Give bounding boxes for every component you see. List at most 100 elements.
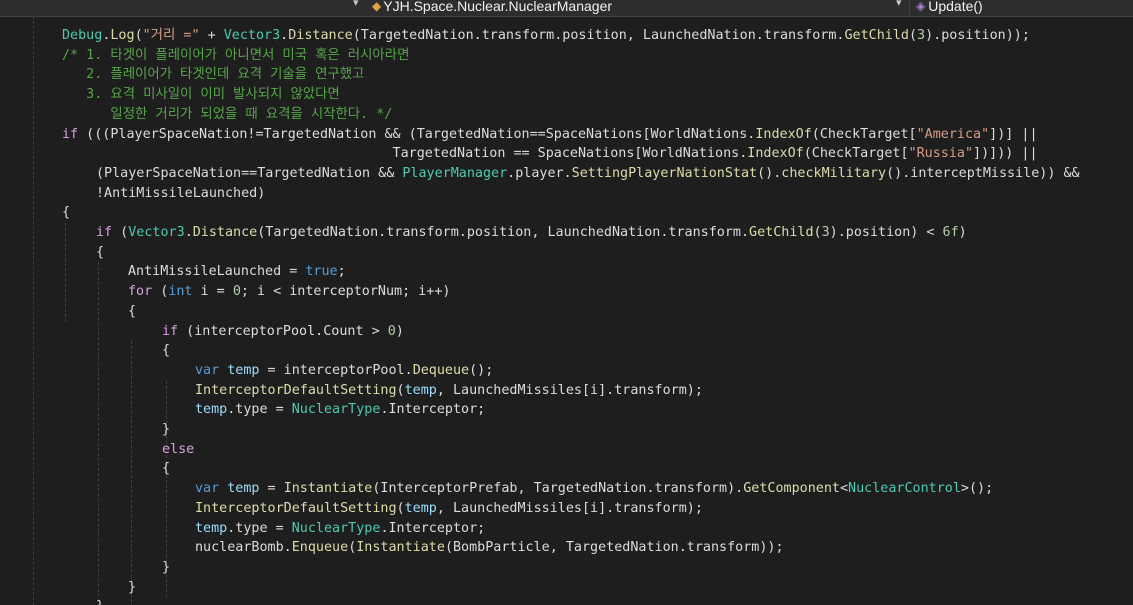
- code-token: (PlayerSpaceNation==TargetedNation &&: [96, 165, 403, 181]
- code-line[interactable]: {: [162, 459, 170, 479]
- code-line[interactable]: 3. 요격 미사일이 이미 발사되지 않았다면: [62, 85, 340, 105]
- code-token: AntiMissileLaunched =: [128, 264, 306, 280]
- code-line[interactable]: temp.type = NuclearType.Interceptor;: [195, 400, 485, 420]
- code-token: 3. 요격 미사일이 이미 발사되지 않았다면: [62, 87, 340, 103]
- code-token: Vector3: [128, 225, 185, 240]
- code-token: GetChild: [749, 225, 814, 240]
- code-token: }: [162, 559, 171, 575]
- code-token: temp: [404, 382, 437, 398]
- code-line[interactable]: if (interceptorPool.Count > 0): [162, 322, 404, 342]
- code-token: (: [908, 28, 918, 43]
- code-line[interactable]: {: [96, 243, 104, 263]
- method-dropdown-label: Update(): [928, 0, 983, 14]
- code-token: {: [162, 461, 171, 477]
- method-icon: ◈: [916, 0, 926, 13]
- code-token: <: [839, 481, 849, 497]
- type-dropdown-arrow-icon[interactable]: ▾: [353, 0, 359, 9]
- method-dropdown[interactable]: ◈ Update(): [916, 0, 983, 14]
- code-token: 3: [821, 225, 830, 240]
- code-token: ): [395, 323, 404, 339]
- code-token: >();: [960, 481, 994, 497]
- code-token: GetChild: [844, 28, 909, 43]
- code-token: for: [128, 284, 153, 300]
- code-token: (TargetedNation.transform.position, Laun…: [257, 225, 750, 240]
- code-token: (InterceptorPrefab, TargetedNation.trans…: [372, 481, 744, 497]
- code-line[interactable]: AntiMissileLaunched = true;: [128, 262, 346, 282]
- code-token: SettingPlayerNationStat: [571, 165, 758, 181]
- code-token: NuclearType: [291, 520, 381, 536]
- code-token: (: [112, 225, 129, 240]
- code-line[interactable]: Debug.Log("거리 =" + Vector3.Distance(Targ…: [62, 26, 1030, 46]
- code-token: .type =: [227, 402, 292, 418]
- code-token: 2. 플레이어가 타겟인데 요격 기술을 연구했고: [62, 67, 365, 83]
- code-token: }: [162, 422, 171, 437]
- code-line[interactable]: {: [162, 341, 170, 361]
- code-token: .Interceptor;: [380, 402, 486, 418]
- code-line[interactable]: else: [162, 440, 194, 460]
- code-token: (CheckTarget[: [811, 126, 917, 142]
- code-token: .type =: [227, 520, 292, 536]
- class-icon: ◆: [372, 0, 382, 13]
- code-line[interactable]: temp.type = NuclearType.Interceptor;: [195, 519, 485, 539]
- code-token: {: [96, 244, 105, 260]
- code-token: Enqueue: [291, 540, 349, 556]
- code-line[interactable]: nuclearBomb.Enqueue(Instantiate(BombPart…: [195, 538, 784, 558]
- code-token: (: [396, 500, 405, 516]
- code-line[interactable]: if (((PlayerSpaceNation!=TargetedNation …: [62, 125, 1038, 145]
- gutter-margin-line: [33, 16, 34, 605]
- code-token: if: [162, 323, 179, 339]
- code-token: NuclearType: [291, 402, 381, 418]
- code-token: (TargetedNation.transform.position, Laun…: [352, 28, 845, 43]
- code-token: {: [62, 205, 71, 221]
- code-token: Instantiate: [356, 540, 445, 556]
- code-token: "Russia": [908, 146, 974, 162]
- code-line[interactable]: var temp = Instantiate(InterceptorPrefab…: [195, 479, 993, 499]
- code-token: NuclearControl: [848, 481, 961, 497]
- code-token: 0: [232, 284, 241, 300]
- code-line[interactable]: }: [96, 597, 104, 605]
- code-token: i =: [192, 284, 233, 300]
- code-line[interactable]: }: [162, 558, 170, 578]
- code-line[interactable]: TargetedNation == SpaceNations[WorldNati…: [62, 144, 1038, 164]
- code-token: nuclearBomb.: [195, 540, 292, 556]
- code-line[interactable]: 일정한 거리가 되었을 때 요격을 시작한다. */: [62, 105, 392, 125]
- code-line[interactable]: {: [128, 302, 136, 322]
- code-token: /* 1. 타겟이 플레이어가 아니면서 미국 혹은 러시아라면: [62, 47, 410, 63]
- code-token: InterceptorDefaultSetting: [195, 382, 397, 398]
- code-line[interactable]: 2. 플레이어가 타겟인데 요격 기술을 연구했고: [62, 65, 364, 85]
- code-token: =: [259, 481, 284, 497]
- code-token: 0: [387, 323, 396, 339]
- code-token: PlayerManager: [402, 165, 508, 181]
- code-line[interactable]: (PlayerSpaceNation==TargetedNation && Pl…: [96, 164, 1080, 184]
- code-line[interactable]: for (int i = 0; i < interceptorNum; i++): [128, 282, 450, 302]
- code-line[interactable]: {: [62, 203, 70, 223]
- code-token: if: [62, 126, 79, 142]
- code-line[interactable]: }: [162, 420, 170, 440]
- code-token: 3: [917, 28, 926, 43]
- code-token: (: [396, 382, 405, 398]
- code-line[interactable]: /* 1. 타겟이 플레이어가 아니면서 미국 혹은 러시아라면: [62, 46, 409, 66]
- class-dropdown[interactable]: ◆ YJH.Space.Nuclear.NuclearManager: [372, 0, 612, 14]
- code-token: else: [162, 441, 195, 457]
- code-token: (: [152, 284, 169, 300]
- code-token: Dequeue: [412, 362, 470, 378]
- code-token: 6f: [942, 225, 959, 240]
- class-dropdown-arrow-icon[interactable]: ▾: [896, 0, 902, 9]
- code-line[interactable]: InterceptorDefaultSetting(temp, Launched…: [195, 499, 703, 519]
- code-line[interactable]: var temp = interceptorPool.Dequeue();: [195, 361, 493, 381]
- class-dropdown-label: YJH.Space.Nuclear.NuclearManager: [383, 0, 613, 14]
- code-token: Distance: [192, 225, 258, 240]
- code-token: .: [184, 225, 193, 240]
- code-token: temp: [195, 520, 228, 536]
- code-token: ();: [469, 362, 494, 378]
- navigation-bar: ▾ ◆ YJH.Space.Nuclear.NuclearManager ▾ ◈…: [0, 0, 1133, 17]
- code-token: ).position) <: [829, 225, 943, 240]
- code-line[interactable]: InterceptorDefaultSetting(temp, Launched…: [195, 381, 703, 401]
- code-editor[interactable]: Debug.Log("거리 =" + Vector3.Distance(Targ…: [0, 16, 1133, 605]
- code-token: .player.: [507, 165, 572, 181]
- code-token: temp: [227, 481, 260, 497]
- code-token: Vector3: [223, 28, 281, 43]
- code-line[interactable]: }: [128, 578, 136, 598]
- code-line[interactable]: !AntiMissileLaunched): [96, 184, 265, 204]
- code-line[interactable]: if (Vector3.Distance(TargetedNation.tran…: [96, 223, 967, 243]
